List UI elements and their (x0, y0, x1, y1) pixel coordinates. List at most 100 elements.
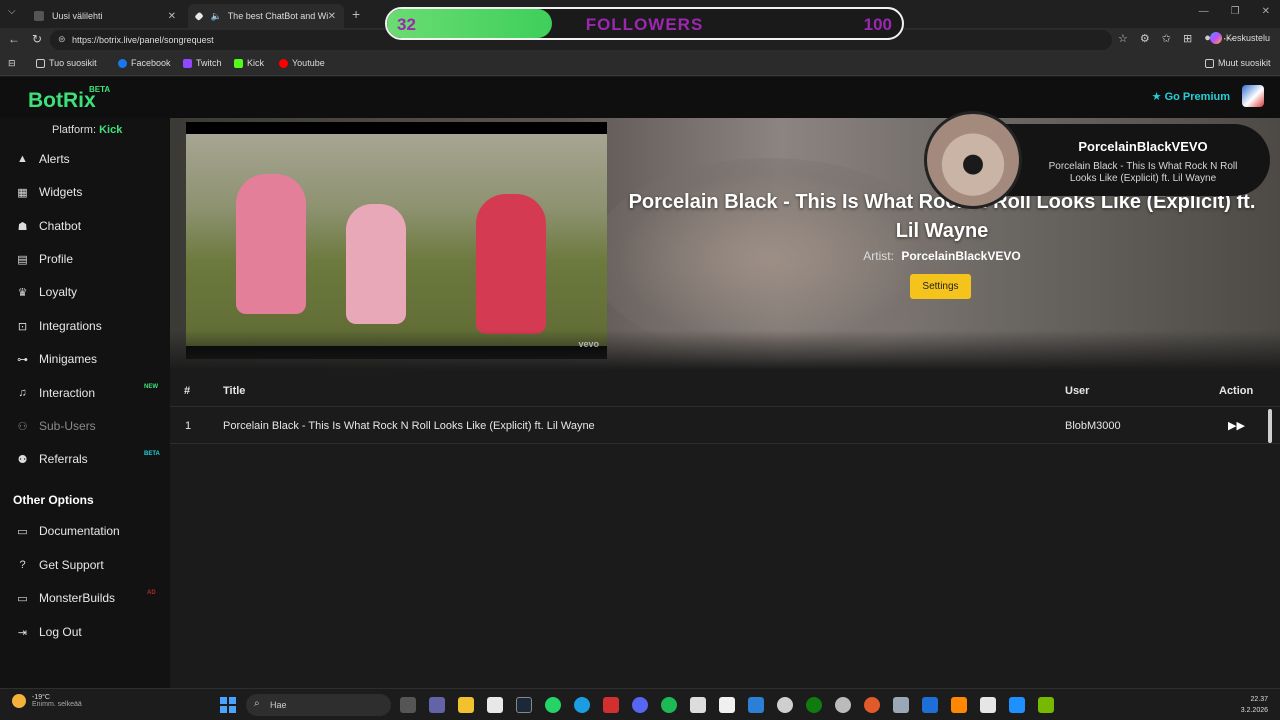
sidebar-item-alerts[interactable]: ▲ Alerts (16, 152, 70, 166)
windows-start-icon[interactable] (220, 697, 236, 713)
edge-icon[interactable] (574, 697, 590, 713)
bookmark-facebook[interactable]: Facebook (118, 58, 171, 68)
facebook-icon (118, 58, 127, 68)
sidebar-item-profile[interactable]: ▤ Profile (16, 252, 73, 266)
bookmark-twitch[interactable]: Twitch (183, 58, 222, 68)
file-explorer-icon[interactable] (458, 697, 474, 713)
user-group-icon: ⚉ (17, 453, 28, 466)
steam-icon[interactable] (516, 697, 532, 713)
site-info-icon[interactable]: ⊜ (58, 34, 66, 45)
sidebar-item-label: Chatbot (39, 219, 82, 233)
speaker-icon[interactable]: 🔈 (210, 11, 221, 22)
collections-icon[interactable]: ⊞ (1183, 32, 1192, 45)
vlc-icon[interactable] (951, 697, 967, 713)
go-premium-link[interactable]: ★ Go Premium (1152, 90, 1230, 103)
app-orange-icon[interactable] (864, 697, 880, 713)
task-view-icon[interactable] (400, 697, 416, 713)
sidebar-item-widgets[interactable]: ▦ Widgets (16, 185, 82, 199)
close-window-icon[interactable]: ✕ (1262, 6, 1270, 17)
video-player[interactable]: vevo (186, 122, 607, 359)
extensions-icon[interactable]: ⚙ (1140, 32, 1150, 45)
book-icon: ▭ (17, 525, 28, 538)
sidebar-item-label: Alerts (39, 152, 70, 166)
taskbar-search[interactable]: ⌕ Hae (246, 694, 391, 716)
obs-icon[interactable] (835, 697, 851, 713)
row-user: BlobM3000 (1065, 420, 1121, 432)
app-l-icon[interactable] (603, 697, 619, 713)
discord-icon[interactable] (632, 697, 648, 713)
app-g-icon[interactable] (690, 697, 706, 713)
bookmark-kick[interactable]: Kick (234, 58, 264, 68)
tab-sidebar-icon[interactable]: ⊟ (8, 58, 16, 69)
sidebar-item-log-out[interactable]: ⇥ Log Out (16, 625, 82, 639)
notepad-icon[interactable] (719, 697, 735, 713)
tab-new-tab[interactable]: Uusi välilehti ✕ (26, 4, 184, 28)
new-badge: NEW (144, 384, 158, 390)
video-figure (476, 194, 546, 334)
queue-table-header: # Title User Action (170, 373, 1280, 407)
tab-botrix[interactable]: 🔈 The best ChatBot and Widget ✕ (188, 4, 344, 28)
sidebar-item-label: Sub-Users (39, 419, 96, 433)
favorites-icon[interactable]: ✩ (1162, 32, 1171, 45)
robot-icon: ☗ (17, 220, 28, 233)
other-favorites[interactable]: Muut suosikit (1205, 58, 1271, 68)
other-options-title: Other Options (13, 493, 94, 507)
copilot-icon (1209, 32, 1222, 44)
close-tab-icon[interactable]: ✕ (168, 11, 176, 22)
new-tab-button[interactable]: + (352, 6, 360, 22)
table-row[interactable]: 1 Porcelain Black - This Is What Rock N … (170, 408, 1280, 444)
app-blue-icon[interactable] (922, 697, 938, 713)
sidebar-item-minigames[interactable]: ⊶ Minigames (16, 352, 97, 366)
sidebar-item-monsterbuilds[interactable]: ▭ MonsterBuilds (16, 591, 115, 605)
sidebar-item-loyalty[interactable]: ♛ Loyalty (16, 285, 77, 299)
beta-badge: BETA (144, 451, 160, 457)
settings-gear-icon[interactable] (777, 697, 793, 713)
tab-actions-icon[interactable]: ⌵ (8, 6, 16, 17)
xbox-icon[interactable] (806, 697, 822, 713)
sidebar-item-integrations[interactable]: ⊡ Integrations (16, 319, 102, 333)
close-tab-icon[interactable]: ✕ (328, 11, 336, 22)
sidebar-item-label: Loyalty (39, 285, 78, 299)
sidebar-item-label: Log Out (39, 625, 82, 639)
platform-label: Platform: (52, 124, 97, 136)
video-frame (186, 134, 607, 346)
table-scrollbar[interactable] (1268, 409, 1272, 443)
settings-button[interactable]: Settings (910, 274, 971, 299)
column-action: Action (1219, 385, 1254, 397)
back-icon[interactable]: ← (8, 32, 20, 46)
favorite-star-icon[interactable]: ☆ (1118, 32, 1128, 45)
weather-widget[interactable]: -19°C Enimm. selkeää (12, 694, 82, 708)
youtube-icon (279, 58, 288, 68)
sidebar-item-chatbot[interactable]: ☗ Chatbot (16, 219, 81, 233)
sidebar-item-interaction[interactable]: ♫ Interaction (16, 386, 95, 400)
maximize-icon[interactable]: ❐ (1231, 6, 1240, 17)
botrix-favicon-icon (194, 11, 204, 21)
sidebar-item-sub-users[interactable]: ⚇ Sub-Users (16, 419, 96, 433)
followers-label: FOLLOWERS (585, 15, 704, 34)
sidebar-item-get-support[interactable]: ? Get Support (16, 558, 103, 572)
nvidia-icon[interactable] (1038, 697, 1054, 713)
sidebar-item-documentation[interactable]: ▭ Documentation (16, 524, 119, 538)
copilot-button[interactable]: Keskustelu (1209, 32, 1270, 44)
user-avatar[interactable] (1242, 85, 1264, 107)
clock-date: 3.2.2026 (1240, 707, 1268, 714)
artist-label: Artist: (863, 249, 894, 263)
minimize-icon[interactable]: — (1199, 6, 1209, 17)
refresh-icon[interactable]: ↻ (32, 32, 42, 46)
store-icon[interactable] (487, 697, 503, 713)
bookmark-youtube[interactable]: Youtube (279, 58, 325, 68)
taskbar-clock[interactable]: 22.37 3.2.2026 (1241, 694, 1268, 716)
gamepad-icon: ⊶ (17, 353, 28, 366)
teams-icon[interactable] (429, 697, 445, 713)
app-shield-icon[interactable] (980, 697, 996, 713)
app-window-icon[interactable] (1009, 697, 1025, 713)
spotify-icon[interactable] (661, 697, 677, 713)
botrix-logo[interactable]: BotRix (28, 89, 96, 113)
bookmark-import[interactable]: Tuo suosikit (36, 58, 97, 68)
mail-icon[interactable] (748, 697, 764, 713)
sidebar-item-referrals[interactable]: ⚉ Referrals (16, 452, 88, 466)
whatsapp-icon[interactable] (545, 697, 561, 713)
gear-icon[interactable] (893, 697, 909, 713)
fast-forward-icon[interactable]: ▶▶ (1228, 419, 1245, 432)
platform-indicator: Platform: Kick (52, 124, 122, 136)
